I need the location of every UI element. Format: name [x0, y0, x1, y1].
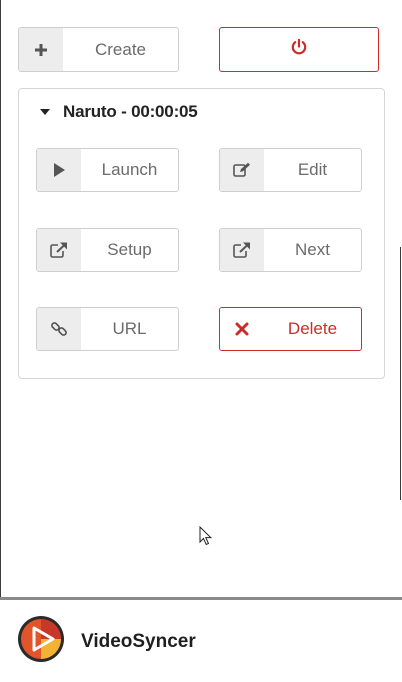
footer-divider	[0, 597, 402, 600]
create-button[interactable]: Create	[18, 27, 179, 72]
edit-icon	[220, 149, 264, 191]
setup-button[interactable]: Setup	[36, 228, 179, 272]
scrollbar-track[interactable]	[400, 247, 401, 500]
video-item-header[interactable]: Naruto - 00:00:05	[39, 102, 198, 122]
plus-icon	[19, 28, 63, 71]
edit-button-label: Edit	[297, 160, 328, 179]
video-item-title: Naruto - 00:00:05	[63, 102, 198, 121]
mouse-cursor-icon	[199, 525, 213, 551]
edit-button[interactable]: Edit	[219, 148, 362, 192]
external-link-icon	[37, 229, 81, 271]
delete-button-label: Delete	[287, 319, 338, 338]
create-button-label: Create	[94, 39, 147, 59]
url-button[interactable]: URL	[36, 307, 179, 351]
window-left-border	[0, 0, 1, 598]
app-logo-icon	[17, 615, 65, 668]
app-name: VideoSyncer	[81, 630, 196, 652]
video-item-card: Naruto - 00:00:05 Launch Edit Setup Next…	[18, 88, 385, 379]
launch-button[interactable]: Launch	[36, 148, 179, 192]
next-button[interactable]: Next	[219, 228, 362, 272]
setup-button-label: Setup	[107, 240, 152, 259]
close-icon	[220, 308, 264, 350]
power-button[interactable]	[219, 27, 379, 72]
play-icon	[37, 149, 81, 191]
link-icon	[37, 308, 81, 350]
launch-button-label: Launch	[101, 160, 158, 179]
url-button-label: URL	[112, 319, 147, 338]
caret-down-icon[interactable]	[39, 103, 51, 121]
power-icon	[290, 38, 308, 61]
delete-button[interactable]: Delete	[219, 307, 362, 351]
external-link-icon	[220, 229, 264, 271]
app-window: Create Naruto - 00:00:05 Launch Edit Set…	[0, 0, 402, 682]
next-button-label: Next	[295, 240, 330, 259]
app-footer: VideoSyncer	[17, 615, 196, 668]
